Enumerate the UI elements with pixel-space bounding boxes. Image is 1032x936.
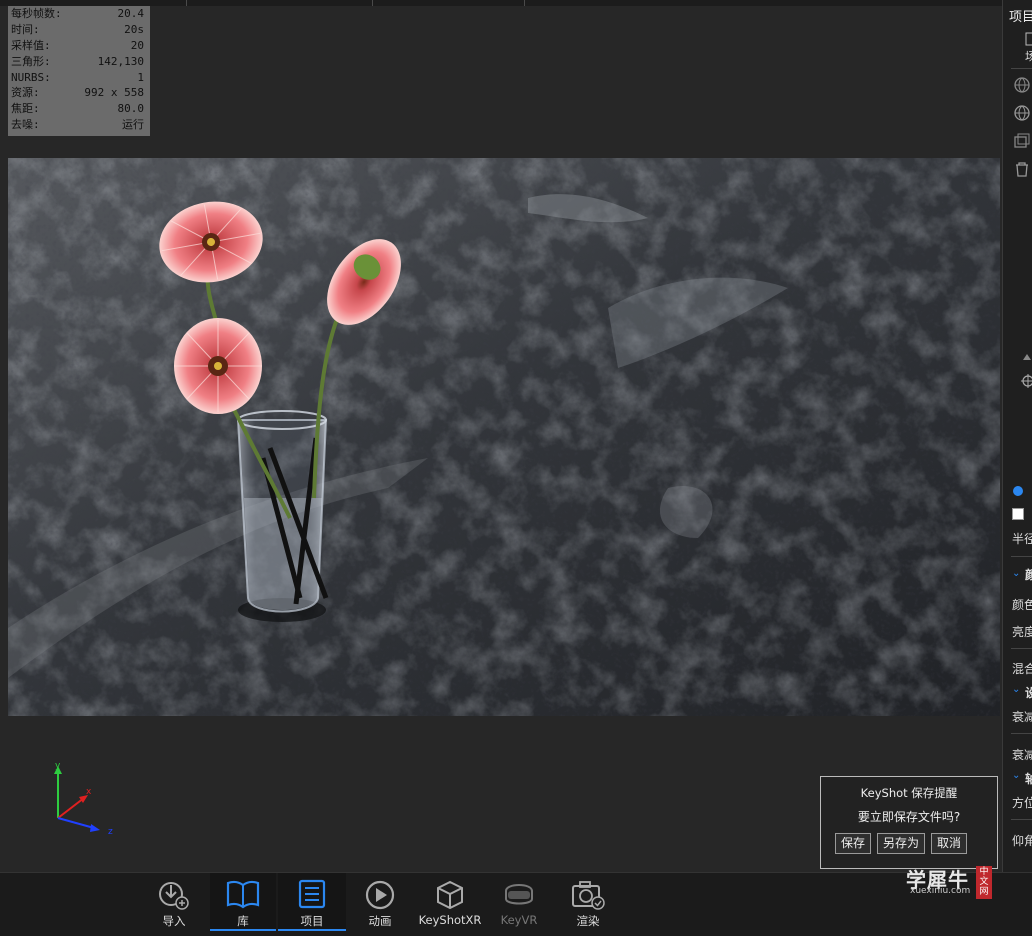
stat-value: 20 [130, 38, 144, 52]
label-brightness: 亮度 [1012, 625, 1032, 639]
save-reminder-dialog: KeyShot 保存提醒 要立即保存文件吗? 保存 另存为 取消 [820, 776, 998, 869]
render-image[interactable] [8, 158, 1000, 716]
label-elevation: 仰角 [1012, 834, 1032, 848]
toolbar-label: 项目 [300, 914, 324, 928]
render-icon [572, 881, 605, 910]
stat-value: 20.4 [117, 7, 145, 20]
toolbar-label: 动画 [368, 914, 392, 928]
main-toolbar: 导入 库 项目 动画 KeyShotXR KeyVR 渲染 [0, 872, 1032, 936]
stat-label: 三角形: [11, 54, 51, 68]
stat-value: 1 [137, 70, 144, 84]
panel-divider [1011, 68, 1032, 69]
stat-value: 142,130 [97, 54, 144, 68]
watermark-badge: 中文网 [976, 866, 992, 899]
stat-row-nurbs: NURBS: 1 [8, 70, 150, 86]
library-icon [226, 880, 260, 909]
keyvr-icon [505, 884, 533, 905]
stat-label: 资源: [11, 86, 40, 100]
toolbar-animation[interactable]: 动画 [352, 873, 408, 931]
label-radius: 半径 [1012, 532, 1032, 546]
chevron-down-icon[interactable]: ⌄ [1012, 684, 1020, 695]
target-icon[interactable] [1021, 374, 1032, 388]
save-as-button[interactable]: 另存为 [877, 833, 926, 854]
scene-tab-icon[interactable] [1025, 32, 1032, 46]
axis-label-x: x [86, 787, 92, 797]
toolbar-library[interactable]: 库 [210, 873, 276, 931]
toolbar-label: 渲染 [576, 914, 600, 928]
stat-label: NURBS: [11, 70, 51, 84]
duplicate-icon[interactable] [1013, 132, 1031, 150]
stat-label: 去噪: [11, 118, 40, 132]
dialog-message: 要立即保存文件吗? [857, 810, 961, 824]
toolbar-render[interactable]: 渲染 [560, 873, 616, 931]
globe-icon[interactable] [1013, 104, 1031, 122]
tab-scene[interactable]: 场 [1025, 48, 1032, 64]
radio-selected[interactable] [1013, 486, 1023, 496]
stat-label: 采样值: [11, 38, 51, 52]
stat-row-denoise: 去噪: 运行 [8, 117, 150, 133]
label-color: 颜色 [1012, 598, 1032, 612]
dialog-title: KeyShot 保存提醒 [860, 786, 958, 800]
label-blend: 混合 [1012, 662, 1032, 676]
stat-row-triangles: 三角形: 142,130 [8, 54, 150, 70]
toolbar-keyvr[interactable]: KeyVR [490, 873, 548, 931]
save-button[interactable]: 保存 [835, 833, 872, 854]
trash-icon[interactable] [1013, 160, 1031, 178]
panel-divider [1011, 556, 1032, 557]
render-scene [8, 158, 1000, 716]
checkbox[interactable] [1012, 508, 1024, 520]
label-falloff: 衰减 [1012, 710, 1032, 724]
panel-divider [1011, 819, 1032, 820]
stat-value: 20s [124, 22, 144, 36]
animation-icon [365, 880, 395, 910]
section-axis[interactable]: 轴 [1025, 770, 1032, 787]
import-icon [159, 882, 189, 910]
stat-row-samples: 采样值: 20 [8, 38, 150, 54]
toolbar-import[interactable]: 导入 [144, 873, 204, 931]
axis-label-z: z [108, 827, 113, 837]
stat-value: 运行 [122, 118, 144, 132]
panel-divider [1011, 733, 1032, 734]
toolbar-keyshotxr[interactable]: KeyShotXR [416, 873, 484, 931]
axis-gizmo: y x z [54, 761, 113, 837]
project-panel: 项目 场 半径 ⌄ 颜 颜色 亮度 混合 ⌄ 设 衰减 衰减 ⌄ 轴 方位 仰角 [1002, 0, 1032, 872]
keyshotxr-icon [437, 880, 463, 910]
stat-value: 992 x 558 [84, 86, 144, 100]
chevron-down-icon[interactable]: ⌄ [1012, 568, 1020, 579]
watermark-logo: 学犀牛 xuexiniu.com 中文网 [900, 862, 996, 900]
flower-middle [174, 318, 262, 414]
environment-icon[interactable] [1013, 76, 1031, 94]
axis-label-y: y [55, 761, 61, 771]
toolbar-project[interactable]: 项目 [278, 873, 346, 931]
panel-title: 项目 [1009, 10, 1032, 25]
stat-row-focal-length: 焦距: 80.0 [8, 101, 150, 117]
stat-row-fps: 每秒帧数: 20.4 [8, 6, 150, 22]
panel-divider [1011, 648, 1032, 649]
stat-label: 每秒帧数: [11, 7, 62, 20]
section-settings[interactable]: 设 [1025, 684, 1032, 701]
stat-row-resolution: 资源: 992 x 558 [8, 85, 150, 101]
toolbar-label: 库 [237, 914, 249, 928]
stat-value: 80.0 [117, 102, 145, 116]
section-color[interactable]: 颜 [1025, 566, 1032, 583]
toolbar-label: KeyShotXR [418, 913, 482, 927]
toolbar-label: KeyVR [500, 913, 538, 927]
watermark-url: xuexiniu.com [910, 886, 971, 896]
toolbar-label: 导入 [162, 914, 186, 928]
stat-label: 时间: [11, 22, 40, 36]
stat-row-time: 时间: 20s [8, 22, 150, 38]
stat-label: 焦距: [11, 102, 40, 116]
performance-stats-overlay: 每秒帧数: 20.4 时间: 20s 采样值: 20 三角形: 142,130 NURB… [8, 6, 150, 136]
label-azimuth: 方位 [1012, 796, 1032, 810]
cancel-button[interactable]: 取消 [931, 833, 968, 854]
project-icon [298, 879, 326, 909]
chevron-down-icon[interactable]: ⌄ [1012, 770, 1020, 781]
light-icon[interactable] [1021, 352, 1032, 362]
label-falloff-2: 衰减 [1012, 748, 1032, 762]
